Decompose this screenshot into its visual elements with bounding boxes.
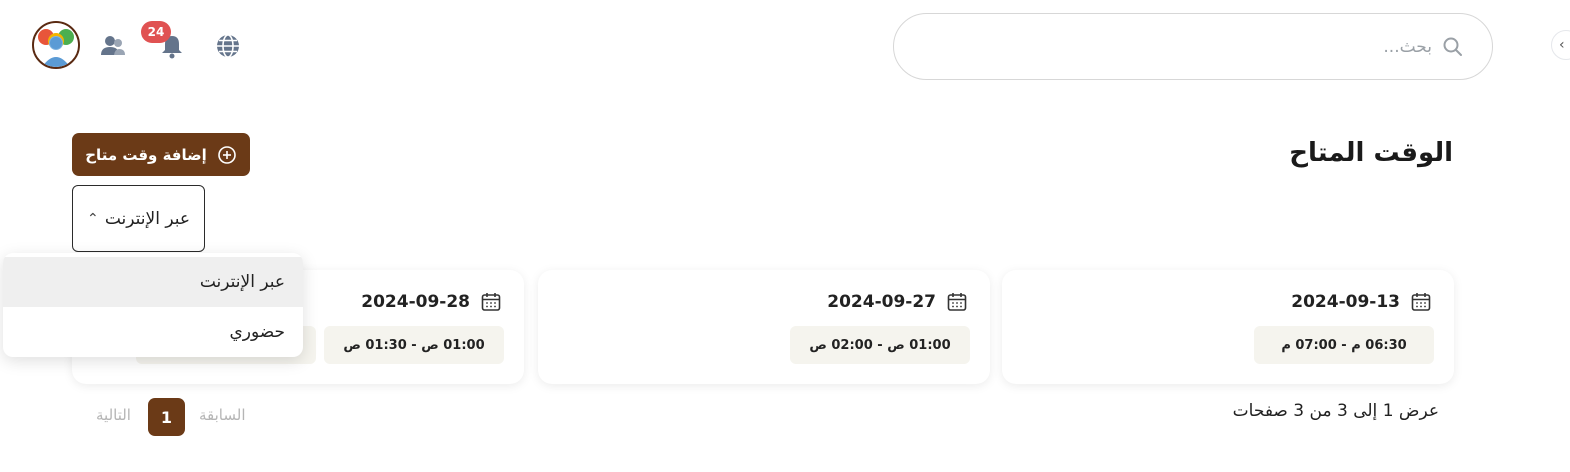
page-title: الوقت المتاح [1289, 138, 1453, 168]
time-slot[interactable]: 01:00 ص - 02:00 ص [790, 326, 970, 364]
chevron-left-icon: ‹ [1559, 37, 1565, 53]
dropdown-option-in-person[interactable]: حضوري [3, 307, 303, 357]
add-button-label: إضافة وقت متاح [85, 145, 207, 164]
card-date: 2024-09-27 [827, 292, 936, 312]
pagination-next[interactable]: التالية [96, 406, 131, 424]
time-slot[interactable]: 01:00 ص - 01:30 ص [324, 326, 504, 364]
users-icon[interactable] [98, 32, 128, 60]
calendar-icon [1411, 293, 1431, 311]
notification-badge: 24 [141, 21, 171, 43]
avatar-icon [34, 23, 78, 67]
chevron-up-icon: ⌃ [87, 210, 99, 227]
mode-select[interactable]: عبر الإنترنت ⌃ [72, 185, 205, 252]
time-slot[interactable]: 06:30 م - 07:00 م [1254, 326, 1434, 364]
search-input[interactable] [922, 36, 1432, 57]
globe-icon[interactable] [213, 31, 243, 61]
mode-select-value: عبر الإنترنت [104, 208, 190, 229]
pagination-info: عرض 1 إلى 3 من 3 صفحات [1232, 401, 1439, 421]
search-icon [1443, 37, 1462, 56]
add-available-time-button[interactable]: إضافة وقت متاح [72, 133, 250, 176]
mode-dropdown-menu: عبر الإنترنت حضوري [3, 253, 303, 357]
card-date: 2024-09-28 [361, 292, 470, 312]
dropdown-option-online[interactable]: عبر الإنترنت [3, 257, 303, 307]
pagination-previous[interactable]: السابقة [199, 406, 246, 424]
pagination-current-page[interactable]: 1 [148, 398, 185, 436]
calendar-icon [947, 293, 967, 311]
sidebar-toggle-button[interactable]: ‹ [1551, 30, 1570, 60]
availability-card: 2024-09-27 01:00 ص - 02:00 ص [538, 270, 990, 384]
user-avatar[interactable] [32, 21, 80, 69]
search-bar[interactable] [893, 13, 1493, 80]
calendar-icon [481, 293, 501, 311]
card-date: 2024-09-13 [1291, 292, 1400, 312]
availability-card: 2024-09-13 06:30 م - 07:00 م [1002, 270, 1454, 384]
plus-circle-icon [217, 145, 236, 164]
